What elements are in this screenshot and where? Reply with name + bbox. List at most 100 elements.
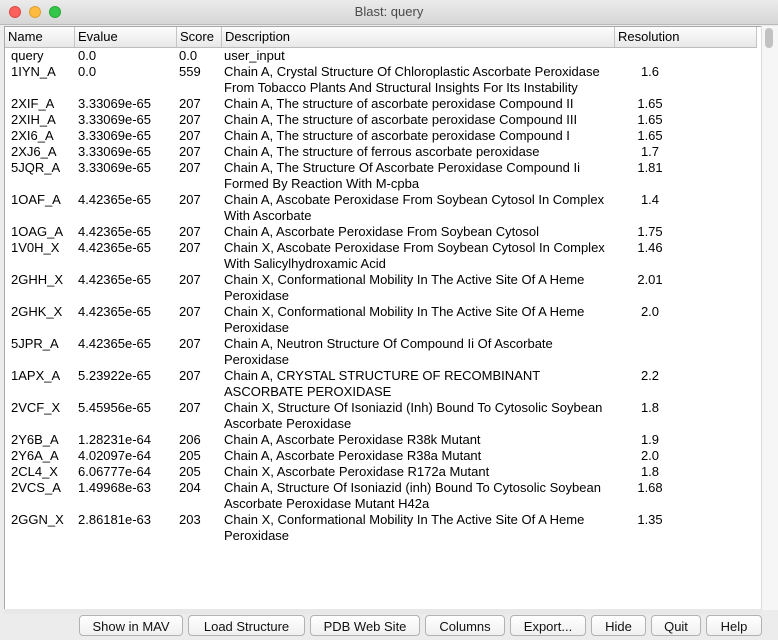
- table-row[interactable]: 1V0H_X 4.42365e-65 207 1.46 Chain X, Ascobat…: [5, 240, 757, 272]
- window-title: Blast: query: [354, 4, 424, 19]
- table-row[interactable]: 2VCF_X 5.45956e-65 207 1.8 Chain X, Structur…: [5, 400, 757, 432]
- row-score: 207: [179, 128, 201, 143]
- button-bar: Show in MAV Load Structure PDB Web Site …: [0, 614, 778, 640]
- row-description: Chain A, CRYSTAL STRUCTURE OF RECOMBINAN…: [224, 368, 540, 399]
- table-row[interactable]: 1APX_A 5.23922e-65 207 2.2 Chain A, CRYSTAL …: [5, 368, 757, 400]
- table-row[interactable]: 2CL4_X 6.06777e-64 205 1.8 Chain X, Ascorbat…: [5, 464, 757, 480]
- row-description: Chain A, The Structure Of Ascorbate Pero…: [224, 160, 581, 191]
- quit-button[interactable]: Quit: [651, 615, 701, 636]
- table-row[interactable]: 2XI6_A 3.33069e-65 207 1.65 Chain A, The str…: [5, 128, 757, 144]
- column-header-resolution[interactable]: Resolution: [615, 27, 757, 47]
- row-score: 207: [179, 272, 201, 287]
- row-evalue: 3.33069e-65: [78, 128, 152, 143]
- row-description: Chain X, Conformational Mobility In The …: [224, 512, 585, 543]
- table-row[interactable]: 2Y6B_A 1.28231e-64 206 1.9 Chain A, Ascorbat…: [5, 432, 757, 448]
- row-name: 2XJ6_A: [11, 144, 57, 159]
- row-description: Chain X, Ascorbate Peroxidase R172a Muta…: [224, 464, 490, 479]
- row-score: 205: [179, 464, 201, 479]
- row-score: 207: [179, 96, 201, 111]
- row-evalue: 1.28231e-64: [78, 432, 152, 447]
- row-evalue: 4.42365e-65: [78, 304, 152, 319]
- row-score: 205: [179, 448, 201, 463]
- row-description: Chain A, The structure of ascorbate pero…: [224, 96, 574, 111]
- row-name: 2VCS_A: [11, 480, 61, 495]
- row-name: query: [11, 48, 44, 63]
- table-row[interactable]: 2Y6A_A 4.02097e-64 205 2.0 Chain A, Ascorbat…: [5, 448, 757, 464]
- table-row[interactable]: 1OAF_A 4.42365e-65 207 1.4 Chain A, Ascobate…: [5, 192, 757, 224]
- row-description: Chain X, Structure Of Isoniazid (Inh) Bo…: [224, 400, 603, 431]
- columns-button[interactable]: Columns: [425, 615, 505, 636]
- column-header-evalue[interactable]: Evalue: [75, 27, 177, 47]
- row-resolution: 1.68: [637, 480, 663, 495]
- column-header-score[interactable]: Score: [177, 27, 222, 47]
- row-evalue: 4.02097e-64: [78, 448, 152, 463]
- table-row[interactable]: 2XJ6_A 3.33069e-65 207 1.7 Chain A, The stru…: [5, 144, 757, 160]
- row-evalue: 6.06777e-64: [78, 464, 152, 479]
- table-row[interactable]: 2GHH_X 4.42365e-65 207 2.01 Chain X, Conform…: [5, 272, 757, 304]
- row-resolution: 1.6: [640, 64, 660, 79]
- row-score: 207: [179, 368, 201, 383]
- row-score: 207: [179, 112, 201, 127]
- row-name: 2GHH_X: [11, 272, 64, 287]
- column-header-description[interactable]: Description: [222, 27, 615, 47]
- row-resolution: 1.4: [640, 192, 660, 207]
- row-score: 207: [179, 336, 201, 351]
- table-row[interactable]: 2GGN_X 2.86181e-63 203 1.35 Chain X, Conform…: [5, 512, 757, 544]
- row-resolution: 1.8: [640, 464, 660, 479]
- row-description: Chain A, Crystal Structure Of Chloroplas…: [224, 64, 600, 95]
- table-header: Name Evalue Score Description Resolution: [5, 27, 757, 48]
- row-score: 207: [179, 144, 201, 159]
- row-resolution: 1.65: [637, 96, 663, 111]
- column-header-name[interactable]: Name: [5, 27, 75, 47]
- row-evalue: 5.45956e-65: [78, 400, 152, 415]
- row-description: Chain A, The structure of ascorbate pero…: [224, 128, 570, 143]
- table-row[interactable]: 2XIH_A 3.33069e-65 207 1.65 Chain A, The str…: [5, 112, 757, 128]
- row-evalue: 3.33069e-65: [78, 112, 152, 127]
- export-button[interactable]: Export...: [510, 615, 586, 636]
- row-score: 559: [179, 64, 201, 79]
- row-name: 1OAG_A: [11, 224, 64, 239]
- row-evalue: 3.33069e-65: [78, 96, 152, 111]
- row-name: 1IYN_A: [11, 64, 56, 79]
- table-row[interactable]: 1OAG_A 4.42365e-65 207 1.75 Chain A, Ascorba…: [5, 224, 757, 240]
- row-evalue: 4.42365e-65: [78, 240, 152, 255]
- row-name: 2XIH_A: [11, 112, 56, 127]
- show-in-mav-button[interactable]: Show in MAV: [79, 615, 183, 636]
- row-name: 2Y6A_A: [11, 448, 59, 463]
- row-evalue: 0.0: [78, 64, 97, 79]
- row-description: Chain X, Conformational Mobility In The …: [224, 304, 585, 335]
- pdb-web-site-button[interactable]: PDB Web Site: [310, 615, 420, 636]
- row-resolution: 1.65: [637, 112, 663, 127]
- row-resolution: 1.9: [640, 432, 660, 447]
- table-row[interactable]: query 0.0 0.0 user_input: [5, 48, 757, 64]
- help-button[interactable]: Help: [706, 615, 762, 636]
- row-score: 207: [179, 160, 201, 175]
- row-evalue: 3.33069e-65: [78, 144, 152, 159]
- load-structure-button[interactable]: Load Structure: [188, 615, 305, 636]
- row-name: 2GGN_X: [11, 512, 64, 527]
- row-name: 2Y6B_A: [11, 432, 59, 447]
- table-row[interactable]: 1IYN_A 0.0 559 1.6 Chain A, Crystal Structur…: [5, 64, 757, 96]
- table-row[interactable]: 2GHK_X 4.42365e-65 207 2.0 Chain X, Conforma…: [5, 304, 757, 336]
- row-resolution: 2.2: [640, 368, 660, 383]
- row-name: 2XI6_A: [11, 128, 54, 143]
- table-row[interactable]: 5JPR_A 4.42365e-65 207 Chain A, Neutron Str…: [5, 336, 757, 368]
- row-description: Chain A, The structure of ferrous ascorb…: [224, 144, 540, 159]
- table-row[interactable]: 2XIF_A 3.33069e-65 207 1.65 Chain A, The str…: [5, 96, 757, 112]
- table-row[interactable]: 2VCS_A 1.49968e-63 204 1.68 Chain A, Structu…: [5, 480, 757, 512]
- row-name: 1V0H_X: [11, 240, 60, 255]
- vertical-scrollbar[interactable]: [761, 26, 778, 610]
- row-evalue: 4.42365e-65: [78, 192, 152, 207]
- row-description: Chain A, Ascorbate Peroxidase R38a Mutan…: [224, 448, 482, 463]
- scrollbar-thumb[interactable]: [765, 28, 773, 48]
- row-score: 207: [179, 192, 201, 207]
- row-evalue: 3.33069e-65: [78, 160, 152, 175]
- table-row[interactable]: 5JQR_A 3.33069e-65 207 1.81 Chain A, The Str…: [5, 160, 757, 192]
- row-score: 207: [179, 400, 201, 415]
- row-resolution: 1.35: [637, 512, 663, 527]
- title-bar: Blast: query: [0, 0, 778, 25]
- row-description: Chain X, Ascobate Peroxidase From Soybea…: [224, 240, 605, 271]
- row-resolution: 2.01: [637, 272, 663, 287]
- hide-button[interactable]: Hide: [591, 615, 646, 636]
- row-description: user_input: [224, 48, 285, 63]
